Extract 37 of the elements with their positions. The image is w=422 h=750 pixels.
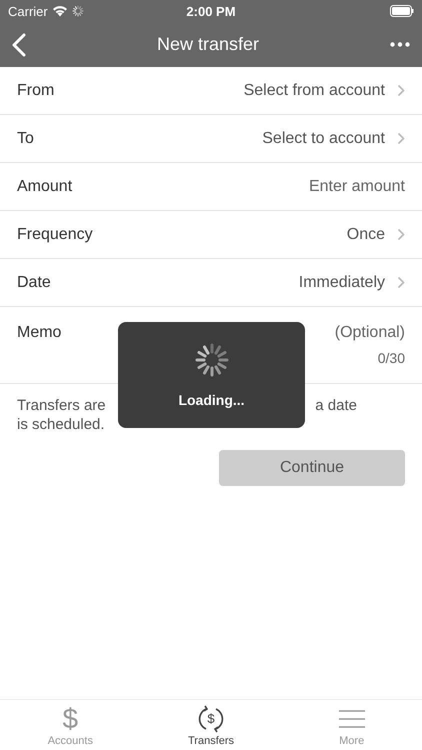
row-label: Date (17, 274, 52, 292)
loading-spinner-icon (194, 342, 230, 378)
info-text: Transfers are (17, 396, 106, 415)
battery-icon (390, 5, 414, 17)
activity-spinner-icon (72, 5, 84, 17)
memo-field[interactable]: (Optional) (205, 324, 405, 342)
info-text: a date (315, 396, 357, 415)
row-label: Frequency (17, 226, 94, 244)
wifi-icon (52, 5, 68, 17)
select-row[interactable]: Frequency Once (0, 211, 422, 259)
loading-label: Loading... (178, 392, 245, 408)
row-value: Select to account (262, 130, 385, 148)
more-options-icon[interactable] (390, 42, 410, 47)
menu-icon (338, 710, 365, 728)
info-text: is scheduled. (17, 415, 105, 434)
select-row[interactable]: From Select from account (0, 67, 422, 115)
row-label: Memo (17, 324, 62, 342)
row-label: To (17, 130, 35, 148)
chevron-icon (397, 84, 405, 97)
carrier-label: Carrier (8, 4, 48, 18)
row-label: From (17, 82, 56, 100)
chevron-icon (397, 228, 405, 241)
back-icon[interactable] (12, 32, 26, 56)
select-row[interactable]: Date Immediately (0, 259, 422, 307)
clock-time: 2:00 PM (186, 4, 236, 18)
screen-title: New transfer (156, 34, 260, 55)
tab-item[interactable]: $ Transfers (140, 700, 282, 750)
dollar-icon: $ (62, 704, 78, 734)
select-row[interactable]: To Select to account (0, 115, 422, 163)
row-value: Immediately (298, 274, 385, 292)
character-counter: 0/30 (378, 350, 405, 366)
row-value: Select from account (244, 82, 385, 100)
amount-field[interactable]: Enter amount (205, 178, 405, 196)
chevron-icon (397, 132, 405, 145)
row-label: Amount (17, 178, 74, 196)
row-value: Once (346, 226, 385, 244)
chevron-icon (397, 276, 405, 289)
